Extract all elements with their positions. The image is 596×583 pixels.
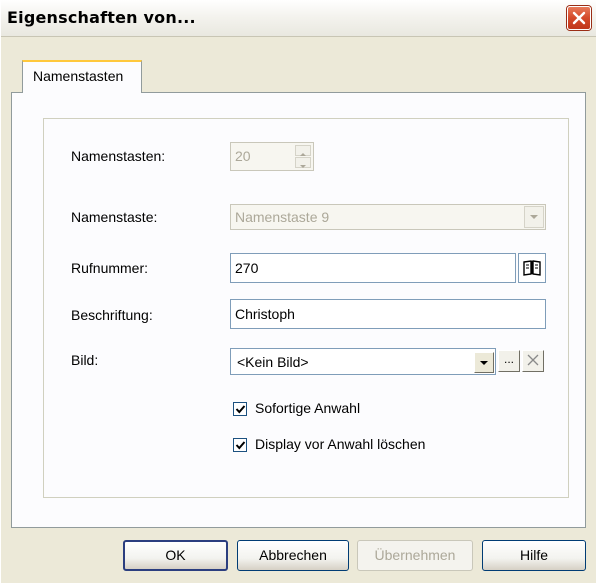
tab-namenstasten[interactable]: Namenstasten xyxy=(22,60,142,93)
close-icon xyxy=(527,354,539,366)
phone-input[interactable] xyxy=(230,253,516,283)
clear-image-button[interactable] xyxy=(522,350,544,372)
close-icon xyxy=(572,11,586,25)
image-combo: <Kein Bild> ... xyxy=(230,348,546,375)
browse-image-button[interactable]: ... xyxy=(498,350,520,372)
key-select: Namenstaste 9 xyxy=(230,204,546,230)
key-dropdown-button xyxy=(524,206,544,228)
spinner-buttons xyxy=(295,145,311,168)
help-button[interactable]: Hilfe xyxy=(482,540,586,571)
checkmark-icon xyxy=(235,441,246,450)
chevron-down-icon xyxy=(530,215,538,219)
spin-down-button xyxy=(295,157,311,168)
clear-display-checkbox[interactable] xyxy=(233,438,247,452)
key-label: Namenstaste: xyxy=(71,209,158,225)
image-label: Bild: xyxy=(71,352,99,368)
count-stepper: 20 xyxy=(230,142,314,171)
dialog-title: Eigenschaften von... xyxy=(7,8,196,27)
ok-button[interactable]: OK xyxy=(123,540,228,571)
properties-dialog: Eigenschaften von... Namenstasten Namens… xyxy=(0,0,596,583)
caption-label: Beschriftung: xyxy=(71,307,153,323)
title-bar[interactable]: Eigenschaften von... xyxy=(1,0,596,37)
checkmark-icon xyxy=(235,405,246,414)
browse-label: ... xyxy=(503,352,514,366)
chevron-down-icon xyxy=(300,165,306,168)
image-dropdown-button[interactable] xyxy=(474,352,494,373)
tab-label: Namenstasten xyxy=(33,68,124,84)
chevron-down-icon xyxy=(480,361,488,365)
caption-input[interactable] xyxy=(230,299,546,329)
instant-dial-checkbox[interactable] xyxy=(233,402,247,416)
apply-button[interactable]: Übernehmen xyxy=(357,540,473,571)
phonebook-button[interactable] xyxy=(518,253,546,283)
image-value: <Kein Bild> xyxy=(237,354,309,370)
count-value: 20 xyxy=(235,148,251,164)
cancel-button[interactable]: Abbrechen xyxy=(237,540,349,571)
clear-display-label[interactable]: Display vor Anwahl löschen xyxy=(255,436,425,452)
image-select[interactable]: <Kein Bild> xyxy=(230,348,496,375)
phone-label: Rufnummer: xyxy=(71,260,149,276)
key-value: Namenstaste 9 xyxy=(235,209,330,225)
count-label: Namenstasten: xyxy=(71,148,166,164)
book-icon xyxy=(523,260,541,276)
close-button[interactable] xyxy=(567,6,591,30)
spin-up-button xyxy=(295,145,311,156)
instant-dial-label[interactable]: Sofortige Anwahl xyxy=(255,400,360,416)
